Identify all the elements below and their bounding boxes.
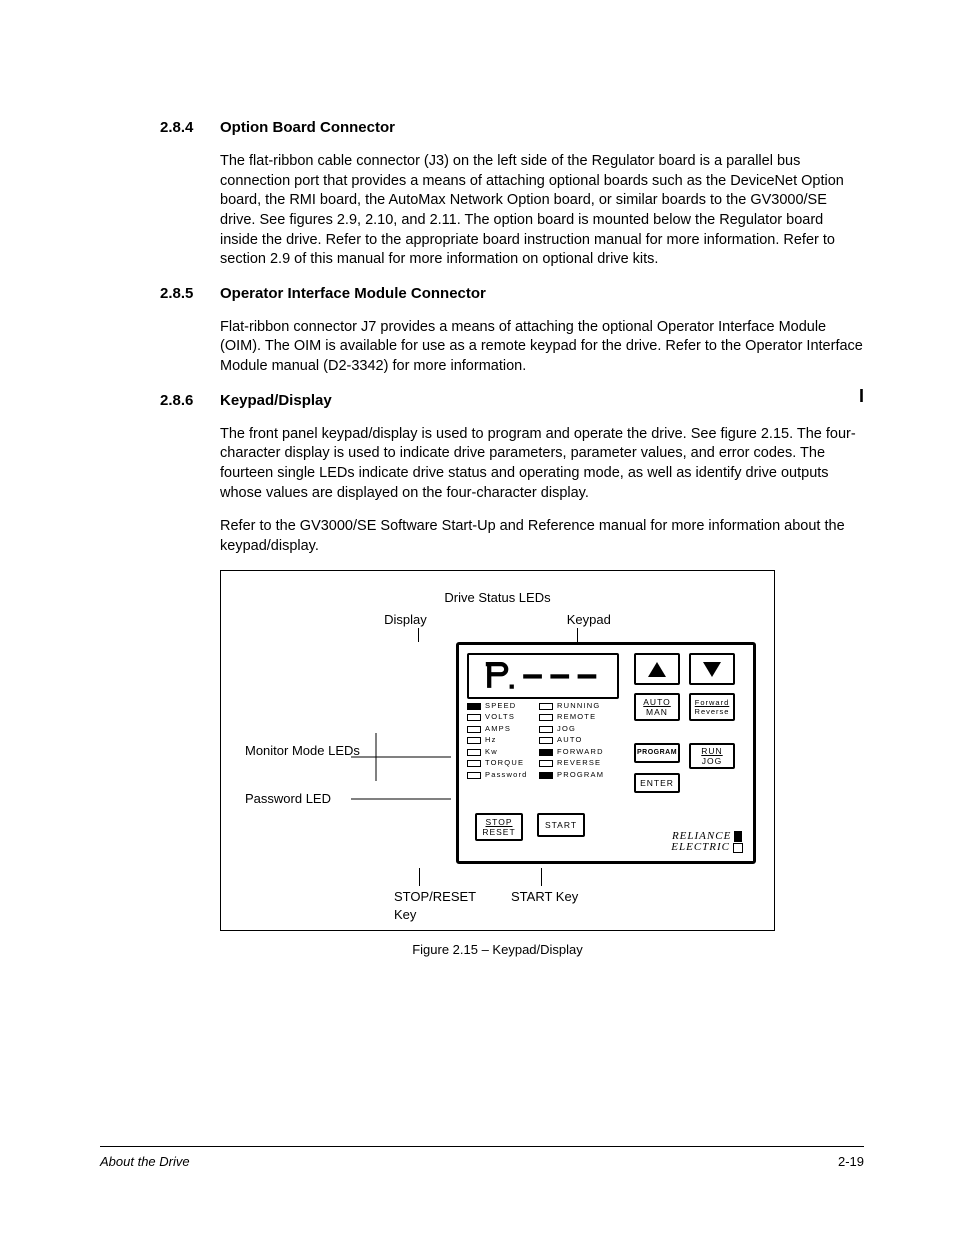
stop-reset-key[interactable]: STOPRESET <box>475 813 523 841</box>
section-number: 2.8.5 <box>160 284 220 304</box>
change-bar-icon: I <box>859 384 864 408</box>
paragraph: The front panel keypad/display is used t… <box>220 425 864 503</box>
run-jog-key[interactable]: RUNJOG <box>689 743 735 769</box>
paragraph: Flat-ribbon connector J7 provides a mean… <box>220 318 864 377</box>
triangle-down-icon <box>703 662 721 677</box>
callout-display: Display <box>384 611 427 629</box>
callout-keypad: Keypad <box>567 611 611 629</box>
program-key[interactable]: PROGRAM <box>634 743 680 763</box>
section-title: Keypad/Display <box>220 391 332 411</box>
footer-rule <box>100 1146 864 1147</box>
footer-section-title: About the Drive <box>100 1153 190 1171</box>
section-title: Option Board Connector <box>220 118 395 138</box>
figure-caption: Figure 2.15 – Keypad/Display <box>220 941 775 959</box>
section-number: 2.8.4 <box>160 118 220 138</box>
page-footer: About the Drive 2-19 <box>100 1153 864 1171</box>
callout-password-led: Password LED <box>245 791 331 808</box>
auto-man-key[interactable]: AUTOMAN <box>634 693 680 721</box>
keypad-panel: SPEEDRUNNING VOLTSREMOTE AMPSJOG HzAUTO … <box>456 642 756 864</box>
callout-start-key: START Key <box>511 888 578 906</box>
brand-logo: RELIANCE ELECTRIC <box>671 831 743 853</box>
paragraph: Refer to the GV3000/SE Software Start-Up… <box>220 517 864 556</box>
paragraph: The flat-ribbon cable connector (J3) on … <box>220 152 864 269</box>
logo-square-icon <box>733 843 743 853</box>
seven-segment-display <box>467 653 619 699</box>
section-heading: 2.8.4 Option Board Connector <box>160 118 864 138</box>
callout-drive-status-leds: Drive Status LEDs <box>239 589 756 607</box>
triangle-up-icon <box>648 662 666 677</box>
section-number: 2.8.6 <box>160 391 220 411</box>
logo-block-icon <box>734 831 742 842</box>
callout-stop-reset-key: STOP/RESET Key <box>394 888 494 923</box>
led-status-grid: SPEEDRUNNING VOLTSREMOTE AMPSJOG HzAUTO … <box>467 700 619 781</box>
arrow-up-key[interactable] <box>634 653 680 685</box>
figure: Monitor Mode LEDs Password LED Drive Sta… <box>220 570 864 959</box>
callout-monitor-leds: Monitor Mode LEDs <box>245 743 360 760</box>
arrow-down-key[interactable] <box>689 653 735 685</box>
section-heading: 2.8.5 Operator Interface Module Connecto… <box>160 284 864 304</box>
start-key[interactable]: START <box>537 813 585 837</box>
section-title: Operator Interface Module Connector <box>220 284 486 304</box>
forward-reverse-key[interactable]: ForwardReverse <box>689 693 735 721</box>
section-heading: 2.8.6 Keypad/Display <box>160 391 864 411</box>
footer-page-number: 2-19 <box>838 1153 864 1171</box>
enter-key[interactable]: ENTER <box>634 773 680 793</box>
